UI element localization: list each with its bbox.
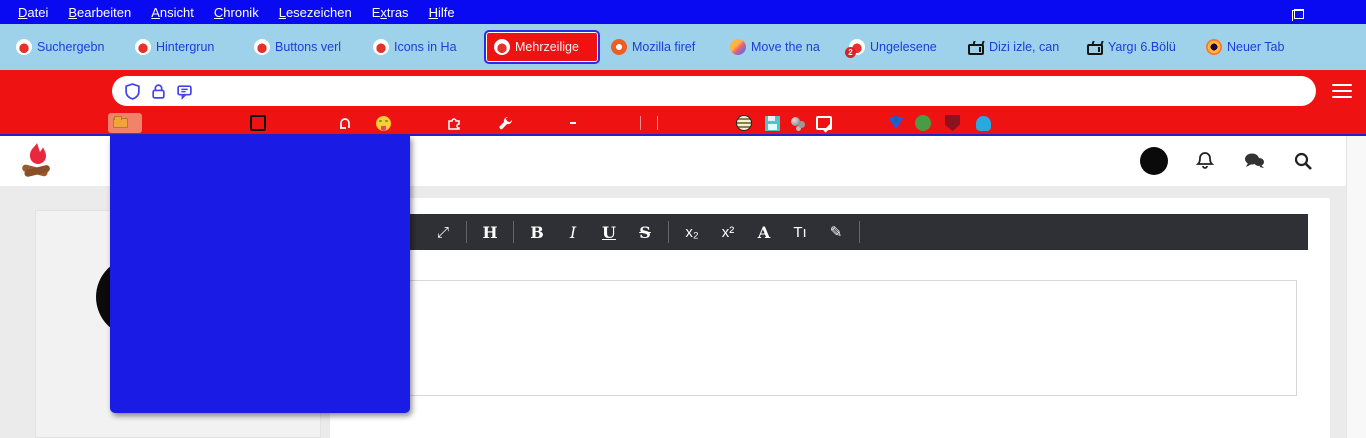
post-card: ⤢ H B I U Sx₂ x² A Tı ✎ (330, 198, 1330, 438)
tab-favicon (494, 39, 510, 55)
window-controls (1228, 0, 1366, 24)
editor-button-strikethrough[interactable]: S (627, 214, 663, 250)
bookmarks-dropdown-menu (110, 136, 410, 413)
toolbar-separator (668, 221, 669, 243)
browser-tab[interactable]: Icons in Ha (365, 30, 481, 64)
screenshot-icon[interactable] (570, 122, 576, 124)
edit-page-icon[interactable] (816, 116, 832, 130)
new-tab-box-icon[interactable] (250, 115, 266, 131)
menubar-item[interactable]: Hilfe (419, 0, 465, 24)
account-icon[interactable] (337, 115, 353, 131)
editor-button-fullscreen[interactable]: ⤢ (425, 214, 461, 250)
tab-bar: Suchergebn Hintergrun Buttons verl Icons… (0, 24, 1366, 70)
editor-button-italic[interactable]: I (555, 214, 591, 250)
browser-tab[interactable]: Move the na (722, 30, 838, 64)
navigation-toolbar (0, 70, 1366, 112)
url-bar[interactable] (112, 76, 1316, 106)
emoji-icon[interactable] (376, 115, 391, 131)
tab-favicon (1206, 39, 1222, 55)
editor-button-bold[interactable]: B (519, 214, 555, 250)
tab-badge: 2 (845, 47, 856, 58)
permissions-icon[interactable] (176, 83, 193, 100)
notifier-bell-icon[interactable] (976, 115, 991, 131)
extension-puzzle-icon[interactable] (447, 115, 463, 131)
tab-favicon (373, 39, 389, 55)
app-menu-icon[interactable] (1332, 80, 1352, 102)
extension-molecule-icon[interactable] (790, 115, 806, 131)
menubar-item[interactable]: Datei (8, 0, 58, 24)
browser-tab[interactable]: Dizi izle, can (960, 30, 1076, 64)
tab-label: Neuer Tab (1227, 40, 1285, 54)
browser-tab[interactable]: Mehrzeilige (484, 30, 600, 64)
tab-label: Ungelesene (870, 40, 937, 54)
extension-globe-icon[interactable] (736, 115, 752, 131)
close-button[interactable] (1320, 0, 1366, 24)
filter-pin-icon[interactable] (888, 116, 904, 129)
menubar-item[interactable]: Lesezeichen (269, 0, 362, 24)
menubar-item[interactable]: Extras (362, 0, 419, 24)
tab-favicon: 2 (845, 39, 865, 58)
campfire-logo[interactable] (14, 139, 60, 185)
menubar-item[interactable]: Ansicht (141, 0, 204, 24)
tab-favicon (730, 39, 746, 55)
toolbar-separator (466, 221, 467, 243)
browser-tab[interactable]: Mozilla firef (603, 30, 719, 64)
user-avatar[interactable] (1140, 147, 1168, 175)
toolbar-separator (859, 221, 860, 243)
tab-favicon (16, 39, 32, 55)
shield-icon[interactable] (124, 82, 141, 100)
menu-bar: Datei Bearbeiten Ansicht Chronik Lesezeichen… (0, 0, 1366, 24)
tab-favicon (1087, 44, 1103, 55)
editor-button-superscript[interactable]: x² (710, 214, 746, 250)
tab-label: Hintergrun (156, 40, 215, 54)
lock-icon[interactable] (150, 83, 167, 100)
search-icon[interactable] (1292, 150, 1314, 172)
browser-tab[interactable]: Neuer Tab (1198, 30, 1314, 64)
tab-label: Buttons verl (275, 40, 342, 54)
browser-tab[interactable]: Suchergebn (8, 30, 124, 64)
quote-box (336, 280, 1297, 396)
editor-button-font-size[interactable]: Tı (782, 214, 818, 250)
tab-label: Icons in Ha (394, 40, 457, 54)
adblock-shield-icon[interactable] (945, 115, 960, 131)
save-page-icon[interactable] (765, 115, 780, 131)
tab-label: Move the na (751, 40, 820, 54)
tab-favicon (135, 39, 151, 55)
tab-label: Mozilla firef (632, 40, 696, 54)
editor-button-font-color[interactable]: A (746, 214, 782, 250)
menubar-item[interactable]: Bearbeiten (58, 0, 141, 24)
browser-tab[interactable]: Hintergrun (127, 30, 243, 64)
page-scrollbar[interactable] (1346, 136, 1366, 438)
folder-icon (113, 116, 128, 128)
toolbar-separator (513, 221, 514, 243)
notifications-bell-icon[interactable] (1194, 150, 1216, 172)
menubar-item[interactable]: Chronik (204, 0, 269, 24)
editor-button-brush[interactable]: ✎ (818, 214, 854, 250)
editor-toolbar: ⤢ H B I U Sx₂ x² A Tı ✎ (330, 214, 1308, 250)
restore-icon (1293, 8, 1304, 19)
wrench-icon[interactable] (498, 115, 514, 131)
browser-tab[interactable]: 2 Ungelesene (841, 30, 957, 64)
restore-button[interactable] (1274, 0, 1320, 24)
tab-label: Yargı 6.Bölü (1108, 40, 1176, 54)
editor-button-subscript[interactable]: x₂ (674, 214, 710, 250)
tab-favicon (254, 39, 270, 55)
browser-tab[interactable]: Yargı 6.Bölü (1079, 30, 1195, 64)
tab-favicon (968, 44, 984, 55)
editor-button-heading[interactable]: H (472, 214, 508, 250)
bplus-extension-icon[interactable] (915, 115, 931, 131)
bookmarks-toolbar (0, 112, 1366, 136)
tab-label: Suchergebn (37, 40, 105, 54)
conversations-icon[interactable] (1242, 150, 1266, 172)
tab-favicon (611, 39, 627, 55)
minimize-button[interactable] (1228, 0, 1274, 24)
bookmarks-folder-button[interactable] (108, 113, 142, 133)
tab-label: Dizi izle, can (989, 40, 1060, 54)
tab-label: Mehrzeilige (515, 40, 579, 54)
browser-tab[interactable]: Buttons verl (246, 30, 362, 64)
editor-button-underline[interactable]: U (591, 214, 627, 250)
